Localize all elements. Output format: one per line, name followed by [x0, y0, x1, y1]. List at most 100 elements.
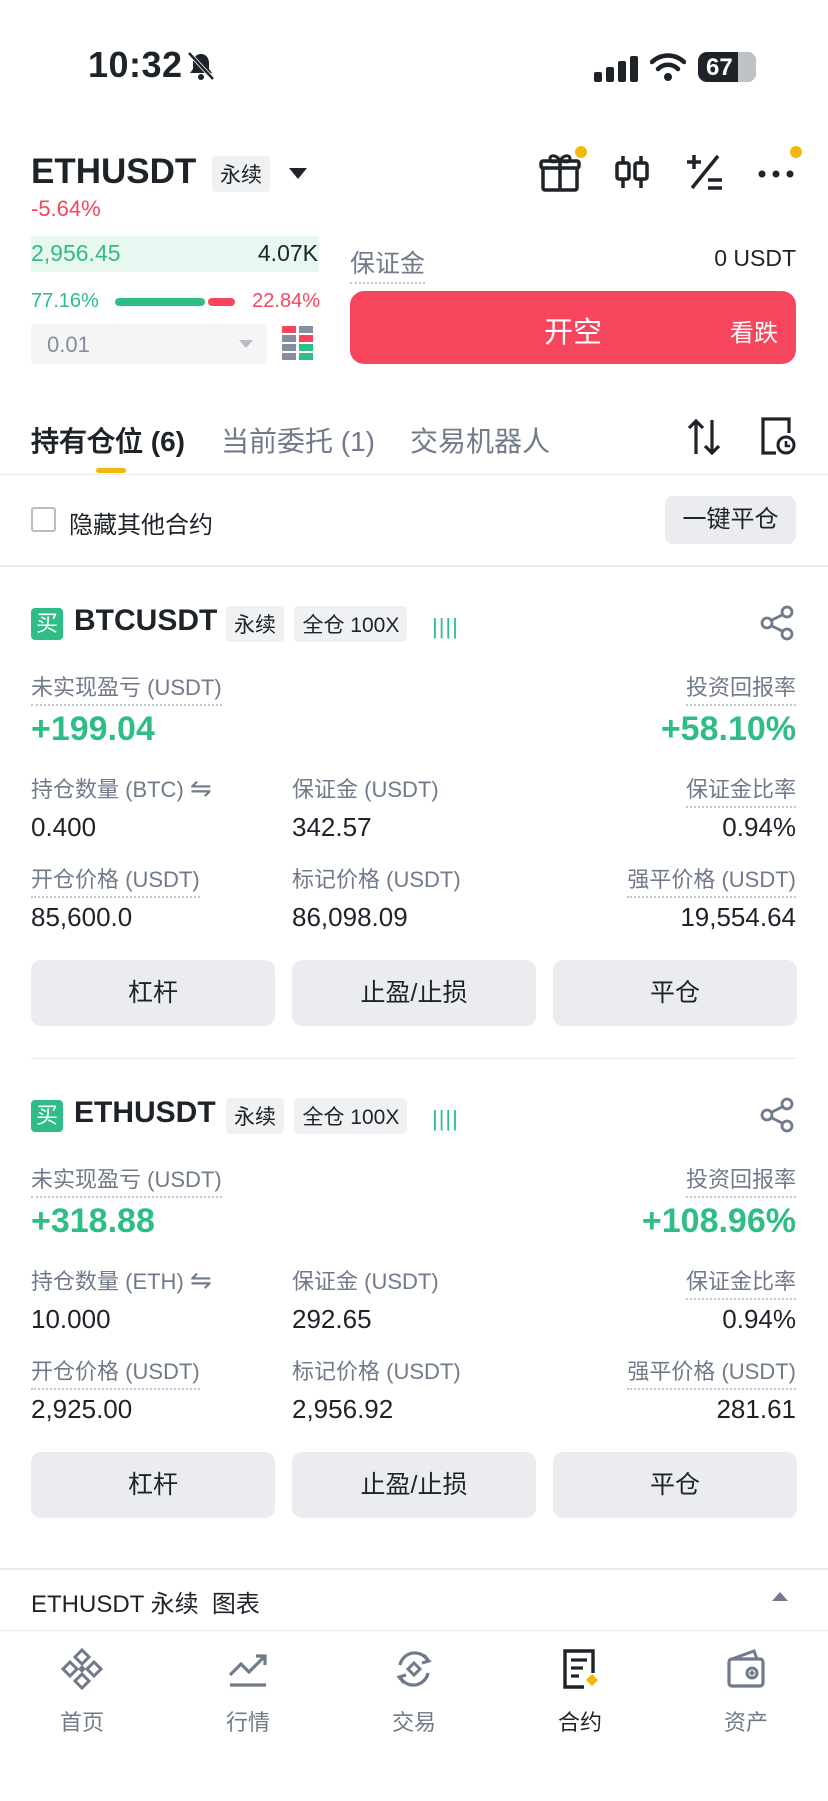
chevron-down-icon: [239, 340, 253, 348]
sell-ratio: 22.84%: [252, 290, 320, 312]
tp-sl-button[interactable]: 止盈/止损: [292, 1452, 536, 1518]
entry-price-label: 开仓价格 (USDT): [31, 862, 200, 898]
tab-trading-bots[interactable]: 交易机器人: [410, 420, 550, 460]
share-icon[interactable]: [758, 604, 796, 642]
margin-ratio-label: 保证金比率: [685, 1264, 796, 1300]
more-notification-dot: [790, 146, 802, 158]
chart-bar-divider: [0, 1568, 828, 1570]
unrealized-pnl: +318.88: [31, 1202, 155, 1240]
leverage-button[interactable]: 杠杆: [31, 960, 275, 1026]
side-badge: 买: [31, 608, 63, 640]
liq-price: 19,554.64: [680, 902, 796, 932]
nav-home[interactable]: 首页: [22, 1647, 142, 1737]
position-size-label: 持仓数量 (ETH) ⇋: [31, 1265, 212, 1295]
position-symbol[interactable]: BTCUSDT: [74, 604, 217, 638]
hide-other-contracts-checkbox[interactable]: [31, 507, 56, 532]
pair-name: ETHUSDT: [31, 152, 197, 191]
trade-swap-icon: [396, 1651, 432, 1687]
depth-precision-select[interactable]: 0.01: [31, 324, 267, 364]
adl-indicator-icon: ||||: [432, 614, 459, 639]
caret-down-icon: [288, 167, 307, 179]
margin-ratio-value: 0.94%: [722, 1304, 796, 1334]
margin-mode-tag[interactable]: 全仓 100X: [294, 1098, 408, 1134]
entry-price: 85,600.0: [31, 902, 133, 932]
nav-trade[interactable]: 交易: [354, 1647, 474, 1737]
position-symbol[interactable]: ETHUSDT: [74, 1096, 216, 1130]
sort-icon[interactable]: [686, 418, 722, 456]
card-divider: [31, 1058, 797, 1059]
book-layout-icon[interactable]: [282, 326, 314, 360]
home-diamond-icon: [60, 1647, 104, 1691]
futures-doc-icon: [563, 1649, 598, 1689]
unrealized-pnl-label: 未实现盈亏 (USDT): [31, 670, 222, 706]
tab-open-orders[interactable]: 当前委托 (1): [221, 420, 375, 460]
bell-muted-icon: [187, 51, 215, 81]
battery-icon: 67: [698, 52, 756, 82]
nav-futures[interactable]: 合约: [520, 1647, 640, 1737]
order-book-price[interactable]: 2,956.45: [31, 240, 121, 267]
side-badge: 买: [31, 1100, 63, 1132]
markets-chart-icon: [228, 1654, 267, 1687]
margin-label: 保证金: [350, 244, 426, 284]
candlestick-icon[interactable]: [610, 150, 654, 194]
nav-assets[interactable]: 资产: [686, 1647, 806, 1737]
close-position-button[interactable]: 平仓: [553, 1452, 797, 1518]
margin-label: 保证金 (USDT): [292, 777, 439, 802]
mark-price-label: 标记价格 (USDT): [292, 867, 461, 892]
tp-sl-button[interactable]: 止盈/止损: [292, 960, 536, 1026]
entry-price-label: 开仓价格 (USDT): [31, 1354, 200, 1390]
unrealized-pnl: +199.04: [31, 710, 155, 748]
cellular-signal-icon: [594, 56, 638, 82]
mark-price: 86,098.09: [292, 902, 408, 932]
swap-unit-icon[interactable]: ⇋: [190, 1265, 212, 1295]
depth-precision-value: 0.01: [47, 332, 90, 357]
chart-toggle-label[interactable]: ETHUSDT 永续 图表: [31, 1584, 260, 1619]
hide-other-contracts-label: 隐藏其他合约: [69, 512, 213, 539]
order-book-qty: 4.07K: [257, 240, 318, 266]
position-size: 10.000: [31, 1304, 111, 1334]
position-size-label: 持仓数量 (BTC) ⇋: [31, 773, 212, 803]
position-card: 买 ETHUSDT 永续 全仓 100X |||| 未实现盈亏 (USDT) 投…: [0, 1092, 828, 1562]
leverage-button[interactable]: 杠杆: [31, 1452, 275, 1518]
buy-ratio-bar: [115, 298, 205, 306]
entry-price: 2,925.00: [31, 1394, 133, 1424]
roe-value: +58.10%: [660, 710, 796, 748]
roe-value: +108.96%: [641, 1202, 796, 1240]
price-change: -5.64%: [31, 196, 101, 221]
mark-price-label: 标记价格 (USDT): [292, 1359, 461, 1384]
nav-markets[interactable]: 行情: [188, 1647, 308, 1737]
mark-price: 2,956.92: [292, 1394, 394, 1424]
unrealized-pnl-label: 未实现盈亏 (USDT): [31, 1162, 222, 1198]
position-card: 买 BTCUSDT 永续 全仓 100X |||| 未实现盈亏 (USDT) 投…: [0, 600, 828, 1070]
adl-indicator-icon: ||||: [432, 1106, 459, 1131]
margin-value: 342.57: [292, 812, 372, 842]
close-position-button[interactable]: 平仓: [553, 960, 797, 1026]
margin-label: 保证金 (USDT): [292, 1269, 439, 1294]
share-icon[interactable]: [758, 1096, 796, 1134]
liq-price-label: 强平价格 (USDT): [627, 1354, 796, 1390]
chevron-up-icon[interactable]: [772, 1592, 788, 1601]
close-all-button[interactable]: 一键平仓: [665, 496, 796, 544]
gift-notification-dot: [575, 146, 587, 158]
margin-mode-tag[interactable]: 全仓 100X: [294, 606, 408, 642]
status-time: 10:32: [88, 44, 183, 85]
open-short-button[interactable]: 开空 看跌: [350, 291, 796, 364]
margin-value: 0 USDT: [714, 245, 796, 271]
pair-selector[interactable]: ETHUSDT 永续: [31, 152, 308, 192]
history-document-icon[interactable]: [760, 416, 796, 456]
active-tab-underline: [96, 468, 126, 473]
margin-ratio-label: 保证金比率: [685, 772, 796, 808]
swap-unit-icon[interactable]: ⇋: [190, 773, 212, 803]
contract-type-tag: 永续: [226, 1098, 284, 1134]
contract-type-tag: 永续: [226, 606, 284, 642]
calculator-icon[interactable]: [682, 150, 726, 194]
liq-price-label: 强平价格 (USDT): [627, 862, 796, 898]
gift-icon[interactable]: [538, 150, 582, 194]
tab-positions[interactable]: 持有仓位 (6): [31, 420, 185, 460]
battery-level: 67: [706, 54, 733, 81]
bottom-nav: 首页 行情 交易 合约 资产: [0, 1630, 828, 1801]
buy-ratio: 77.16%: [31, 290, 99, 312]
open-short-sublabel: 看跌: [730, 320, 778, 347]
roe-label: 投资回报率: [685, 1162, 796, 1198]
filter-divider: [0, 565, 828, 567]
